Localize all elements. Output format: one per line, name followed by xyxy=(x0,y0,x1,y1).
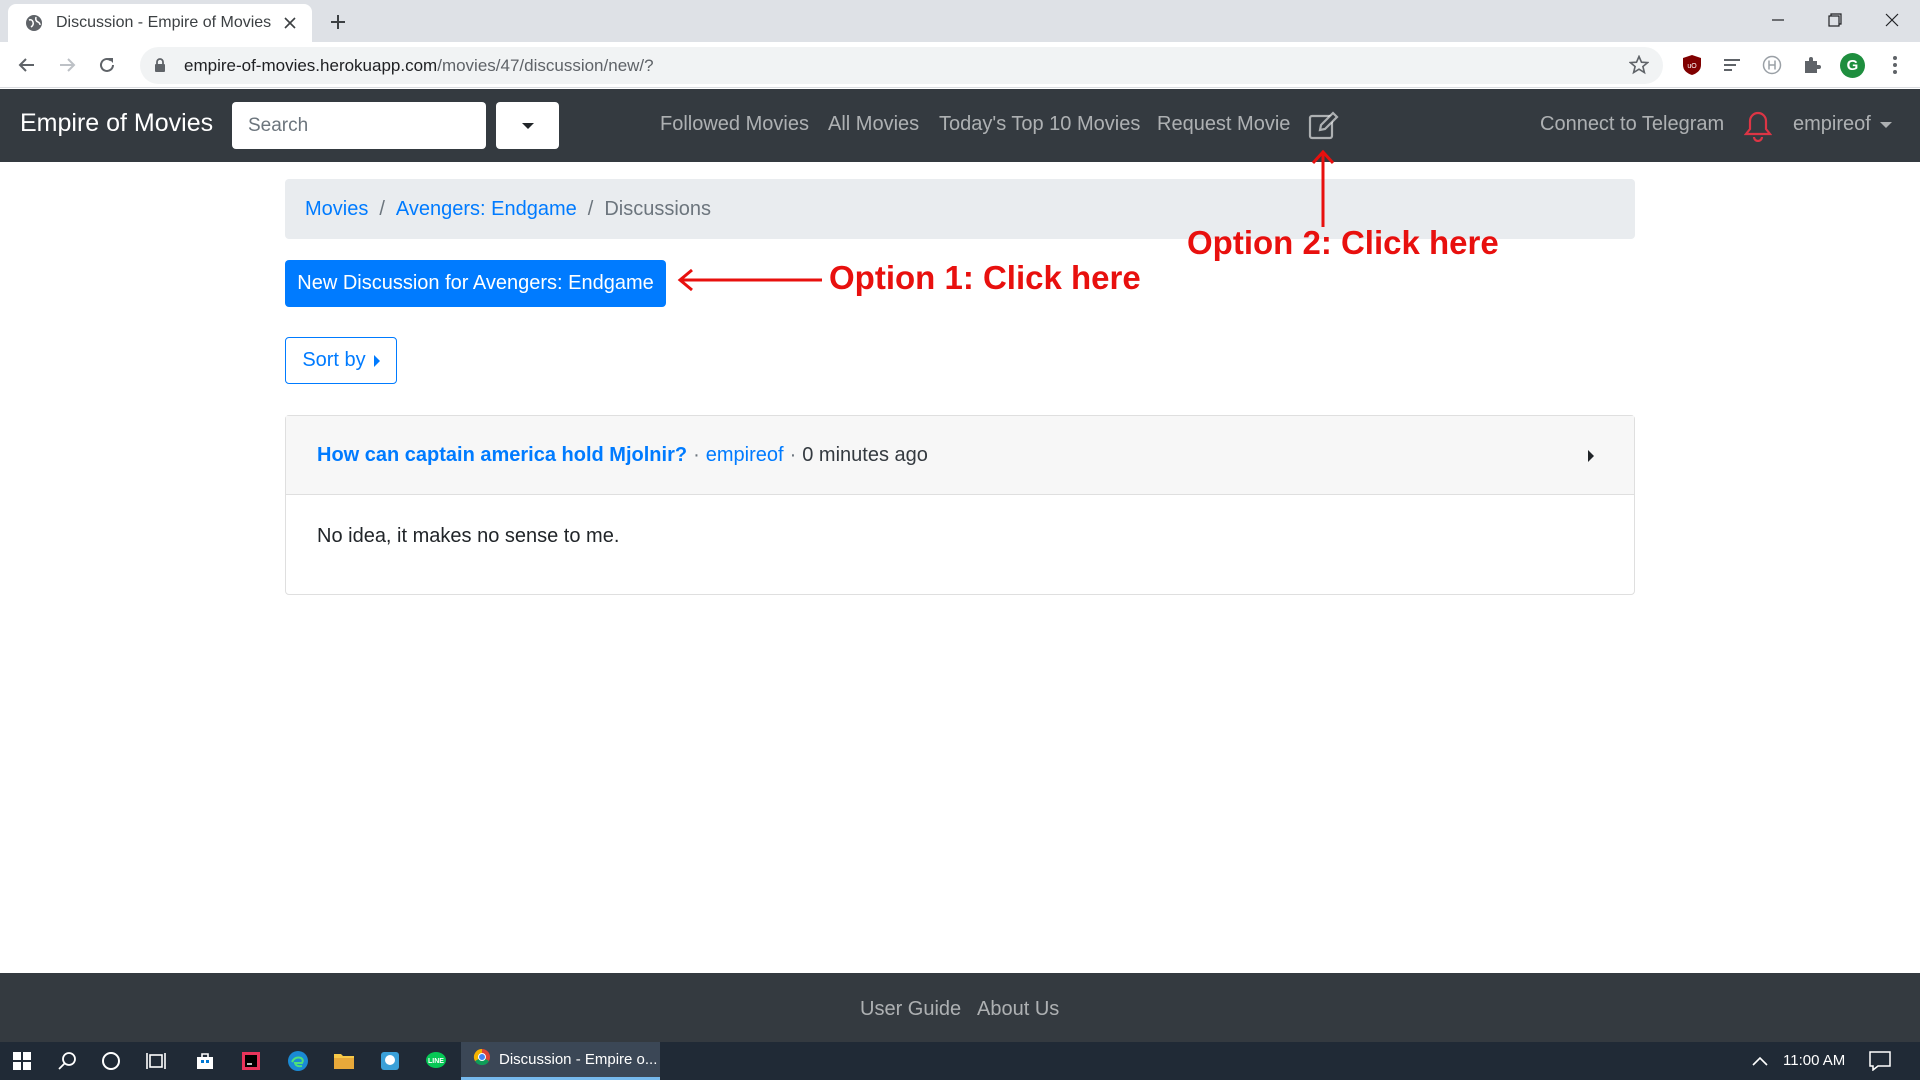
minimize-icon[interactable] xyxy=(1749,0,1806,40)
edge-icon[interactable] xyxy=(285,1048,311,1074)
address-bar[interactable]: empire-of-movies.herokuapp.com/movies/47… xyxy=(140,47,1663,84)
intellij-icon[interactable] xyxy=(238,1048,264,1074)
footer-user-guide[interactable]: User Guide xyxy=(860,998,961,1021)
url-path: /movies/47/discussion/new/? xyxy=(437,55,654,75)
bookmark-star-icon[interactable] xyxy=(1628,54,1651,77)
breadcrumb-movie[interactable]: Avengers: Endgame xyxy=(396,198,577,221)
caret-right-icon xyxy=(373,354,380,367)
close-window-icon[interactable] xyxy=(1863,0,1920,40)
discussion-body: No idea, it makes no sense to me. xyxy=(317,525,620,547)
line-app-icon[interactable]: LINE xyxy=(423,1048,449,1074)
file-explorer-icon[interactable] xyxy=(331,1048,357,1074)
forward-icon[interactable] xyxy=(52,50,82,80)
site-footer: User Guide About Us xyxy=(0,973,1920,1042)
user-name: empireof xyxy=(1793,113,1871,135)
store-icon[interactable] xyxy=(192,1048,218,1074)
user-menu[interactable]: empireof xyxy=(1793,113,1893,136)
breadcrumb-separator: / xyxy=(379,197,385,220)
caret-down-icon xyxy=(1880,121,1893,128)
search-input[interactable] xyxy=(232,102,486,149)
cortana-icon[interactable] xyxy=(98,1048,124,1074)
extensions-puzzle-icon[interactable] xyxy=(1799,52,1825,78)
breadcrumb-separator: / xyxy=(587,197,594,220)
browser-tabstrip: Discussion - Empire of Movies xyxy=(0,0,1920,42)
window-controls xyxy=(1749,0,1920,42)
site-brand[interactable]: Empire of Movies xyxy=(20,109,213,138)
url-host: empire-of-movies.herokuapp.com xyxy=(184,55,438,75)
breadcrumb-movies[interactable]: Movies xyxy=(305,198,368,221)
more-menu-icon[interactable] xyxy=(1882,52,1908,78)
h-extension-icon[interactable] xyxy=(1759,52,1785,78)
chat-app-icon[interactable] xyxy=(377,1048,403,1074)
footer-about-us[interactable]: About Us xyxy=(977,998,1059,1021)
close-tab-icon[interactable] xyxy=(280,13,300,33)
nav-connect-telegram[interactable]: Connect to Telegram xyxy=(1540,113,1724,136)
nav-top-10-movies[interactable]: Today's Top 10 Movies xyxy=(939,113,1140,136)
chevron-up-icon[interactable] xyxy=(1747,1048,1773,1074)
back-icon[interactable] xyxy=(12,50,42,80)
annotation-arrow-up xyxy=(1311,149,1335,227)
nav-followed-movies[interactable]: Followed Movies xyxy=(660,113,809,136)
reading-list-icon[interactable] xyxy=(1719,52,1745,78)
new-discussion-button[interactable]: New Discussion for Avengers: Endgame xyxy=(285,260,666,307)
caret-down-icon xyxy=(521,117,535,135)
url-text: empire-of-movies.herokuapp.com/movies/47… xyxy=(184,56,654,76)
task-view-icon[interactable] xyxy=(143,1048,169,1074)
discussion-card-header[interactable]: How can captain america hold Mjolnir? · … xyxy=(286,416,1634,495)
site-navbar: Empire of Movies Followed Movies All Mov… xyxy=(0,89,1920,162)
annotation-option-2: Option 2: Click here xyxy=(1187,224,1499,261)
notifications-icon[interactable] xyxy=(1867,1048,1893,1074)
sort-by-label: Sort by xyxy=(302,349,366,371)
expand-caret-icon[interactable] xyxy=(1588,450,1594,462)
nav-all-movies[interactable]: All Movies xyxy=(828,113,919,136)
breadcrumb-current: Discussions xyxy=(604,197,712,220)
browser-tab[interactable]: Discussion - Empire of Movies xyxy=(8,4,312,42)
taskbar-chrome-task[interactable]: Discussion - Empire o... xyxy=(461,1042,660,1080)
separator-dot: · xyxy=(789,443,797,466)
windows-taskbar: LINE Discussion - Empire o... 11:00 AM xyxy=(0,1042,1920,1080)
annotation-arrow-left xyxy=(677,268,822,292)
browser-toolbar: empire-of-movies.herokuapp.com/movies/47… xyxy=(0,42,1920,88)
search-icon[interactable] xyxy=(54,1048,80,1074)
nav-request-movie[interactable]: Request Movie xyxy=(1157,113,1290,136)
lock-icon xyxy=(154,58,170,74)
discussion-card: How can captain america hold Mjolnir? · … xyxy=(285,415,1635,595)
edit-icon[interactable] xyxy=(1307,110,1339,142)
tab-title: Discussion - Empire of Movies xyxy=(56,14,272,31)
search-dropdown-button[interactable] xyxy=(496,102,559,149)
restore-icon[interactable] xyxy=(1806,0,1863,40)
discussion-title[interactable]: How can captain america hold Mjolnir? xyxy=(317,444,687,467)
sort-by-button[interactable]: Sort by xyxy=(285,337,397,384)
discussion-author[interactable]: empireof xyxy=(706,444,784,467)
chrome-icon xyxy=(473,1048,491,1071)
discussion-time: 0 minutes ago xyxy=(802,443,928,466)
svg-text:uO: uO xyxy=(1687,63,1697,70)
separator-dot: · xyxy=(693,443,700,466)
new-tab-icon[interactable] xyxy=(325,9,351,35)
ublock-icon[interactable]: uO xyxy=(1679,52,1705,78)
taskbar-clock[interactable]: 11:00 AM xyxy=(1783,1052,1845,1069)
profile-avatar[interactable]: G xyxy=(1840,53,1865,78)
globe-icon xyxy=(24,13,44,33)
svg-text:LINE: LINE xyxy=(428,1058,444,1065)
windows-start-icon[interactable] xyxy=(9,1048,35,1074)
bell-icon[interactable] xyxy=(1743,110,1773,143)
taskbar-task-label: Discussion - Empire o... xyxy=(499,1051,658,1068)
annotation-option-1: Option 1: Click here xyxy=(829,259,1141,296)
reload-icon[interactable] xyxy=(92,50,122,80)
